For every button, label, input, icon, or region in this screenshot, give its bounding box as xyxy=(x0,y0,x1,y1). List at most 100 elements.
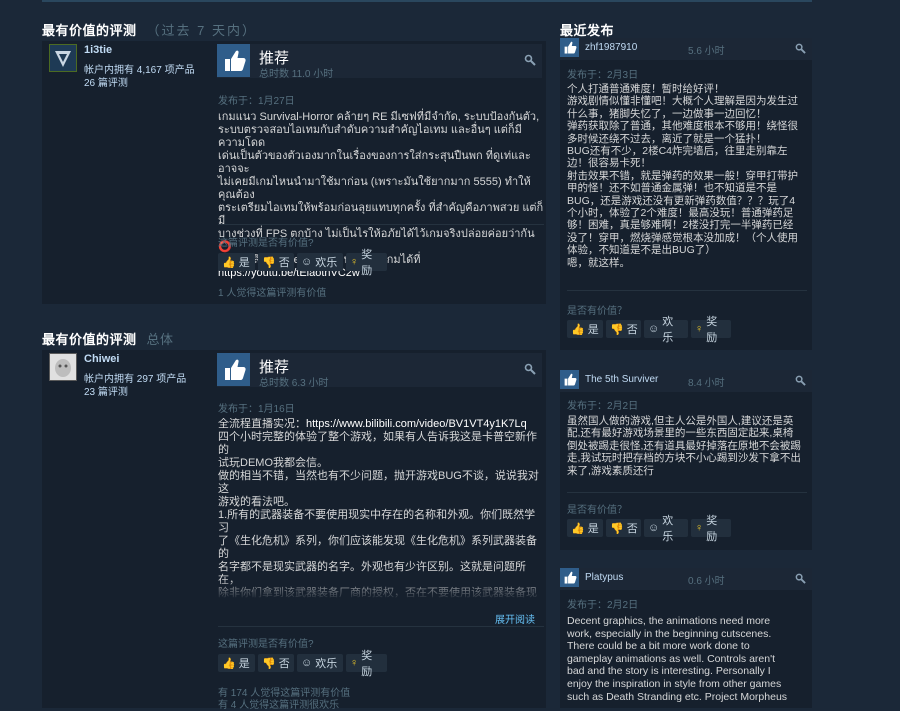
playtime: 5.6 小时 xyxy=(688,46,725,57)
vote-yes-button[interactable]: 👍 是 xyxy=(567,320,603,338)
avatar[interactable] xyxy=(49,353,77,381)
section-title-recent: 最近发布 xyxy=(560,23,615,38)
search-icon[interactable] xyxy=(795,43,806,54)
award-button[interactable]: ♀ 奖励 xyxy=(346,650,387,678)
award-label: 奖励 xyxy=(361,650,373,678)
author-reviews[interactable]: 26 篇评测 xyxy=(84,74,128,89)
vote-funny-button[interactable]: ☺ 欢乐 xyxy=(297,253,343,271)
recommendation-header[interactable]: 推荐 总时数 11.0 小时 xyxy=(217,44,542,80)
divider xyxy=(567,290,807,291)
vote-funny-button[interactable]: ☺ 欢乐 xyxy=(644,515,688,543)
review-link[interactable]: https://www.bilibili.com/video/BV1VT4y1K… xyxy=(306,418,527,430)
thumbs-down-icon: 👎 xyxy=(610,522,624,535)
recent-review-card: The 5th Surviver 8.4 小时 发布于：2月2日 虽然国人做的游… xyxy=(560,370,812,550)
helpful-question: 这篇评测是否有价值? xyxy=(218,238,314,249)
read-more-link[interactable]: 展开阅读 xyxy=(495,611,535,626)
vote-no-button[interactable]: 👎 否 xyxy=(258,253,294,271)
search-icon[interactable] xyxy=(524,54,536,66)
award-button[interactable]: ♀ 奖励 xyxy=(691,316,731,344)
recent-review-card: Platypus 0.6 小时 发布于：2月2日 Decent graphics… xyxy=(560,568,812,708)
helpful-question: 是否有价值？ xyxy=(567,306,627,317)
posted-date: 发布于：2月3日 xyxy=(567,70,639,81)
thumbs-up-icon xyxy=(217,353,250,386)
thumbs-up-icon: 👍 xyxy=(571,323,585,336)
vote-no-button[interactable]: 👎 否 xyxy=(258,654,294,672)
vote-funny-label: 欢乐 xyxy=(315,257,338,269)
recommendation-header[interactable]: 推荐 总时数 6.3 小时 xyxy=(217,353,542,389)
posted-date: 发布于：1月27日 xyxy=(218,96,295,107)
divider xyxy=(218,224,544,225)
thumbs-down-icon: 👎 xyxy=(262,657,276,670)
thumbs-up-icon: 👍 xyxy=(222,256,236,269)
vote-no-button[interactable]: 👎 否 xyxy=(606,320,641,338)
author-name[interactable]: The 5th Surviver xyxy=(585,374,658,385)
search-icon[interactable] xyxy=(795,573,806,584)
section-title-text: 最有价值的评测 xyxy=(42,332,137,347)
divider xyxy=(218,626,544,627)
award-icon: ♀ xyxy=(350,256,359,268)
playtime: 总时数 11.0 小时 xyxy=(259,69,334,80)
vote-no-label: 否 xyxy=(278,257,290,269)
vote-yes-label: 是 xyxy=(238,257,250,269)
funny-count: 有 4 人觉得这篇评测很欢乐 xyxy=(218,700,340,711)
award-icon: ♀ xyxy=(695,323,704,335)
award-button[interactable]: ♀ 奖励 xyxy=(691,515,731,543)
vote-yes-button[interactable]: 👍 是 xyxy=(218,253,255,271)
avatar[interactable] xyxy=(49,44,77,72)
vote-funny-button[interactable]: ☺ 欢乐 xyxy=(297,654,343,672)
thumbs-down-icon: 👎 xyxy=(262,256,276,269)
vote-funny-label: 欢乐 xyxy=(315,658,338,670)
posted-date: 发布于：2月2日 xyxy=(567,401,639,412)
vote-no-label: 否 xyxy=(626,523,638,535)
thumbs-up-icon: 👍 xyxy=(222,657,236,670)
thumbs-up-icon xyxy=(217,44,250,77)
recent-review-header[interactable]: Platypus 0.6 小时 xyxy=(560,568,812,590)
helpful-question: 这篇评测是否有价值? xyxy=(218,639,314,650)
recent-review-header[interactable]: zhf1987910 5.6 小时 xyxy=(560,38,812,60)
text-fade xyxy=(218,578,544,600)
smiley-icon: ☺ xyxy=(301,256,313,268)
review-card: 1i3tie 帐户内拥有 4,167 项产品 26 篇评测 推荐 总时数 11.… xyxy=(42,41,546,304)
divider xyxy=(567,492,807,493)
author-name[interactable]: 1i3tie xyxy=(84,44,112,56)
playtime: 总时数 6.3 小时 xyxy=(259,378,329,389)
author-name[interactable]: zhf1987910 xyxy=(585,42,637,53)
author-name[interactable]: Platypus xyxy=(585,572,623,583)
helpful-count: 1 人觉得这篇评测有价值 xyxy=(218,288,327,299)
top-border xyxy=(42,0,812,2)
review-text: 虽然国人做的游戏,但主人公是外国人,建议还是英 配,还有最好游戏场景里的一些东西… xyxy=(567,415,801,477)
section-subtitle: （过去 7 天内） xyxy=(146,23,257,38)
vote-no-label: 否 xyxy=(278,658,290,670)
search-icon[interactable] xyxy=(524,363,536,375)
recent-review-header[interactable]: The 5th Surviver 8.4 小时 xyxy=(560,370,812,392)
thumbs-down-icon: 👎 xyxy=(610,323,624,336)
vote-funny-label: 欢乐 xyxy=(662,515,674,543)
author-name[interactable]: Chiwei xyxy=(84,353,119,365)
playtime: 0.6 小时 xyxy=(688,576,725,587)
posted-date: 发布于：2月2日 xyxy=(567,600,639,611)
section-title-recent-helpful: 最有价值的评测 （过去 7 天内） xyxy=(42,20,257,39)
award-button[interactable]: ♀ 奖励 xyxy=(346,249,387,277)
review-card: Chiwei 帐户内拥有 297 项产品 23 篇评测 推荐 总时数 6.3 小… xyxy=(42,350,546,711)
thumbs-up-icon xyxy=(560,568,579,587)
vote-funny-button[interactable]: ☺ 欢乐 xyxy=(644,316,688,344)
review-text: 全流程直播实况：https://www.bilibili.com/video/B… xyxy=(218,418,544,598)
helpful-question: 是否有价值？ xyxy=(567,505,627,516)
review-body: 四个小时完整的体验了整个游戏，如果有人告诉我这是卡普空新作的 试玩DEMO我都会… xyxy=(218,431,539,598)
search-icon[interactable] xyxy=(795,375,806,386)
section-subtitle: 总体 xyxy=(146,332,174,347)
thumbs-up-icon xyxy=(560,38,579,57)
vote-yes-button[interactable]: 👍 是 xyxy=(218,654,255,672)
vote-funny-label: 欢乐 xyxy=(662,316,674,344)
vote-no-button[interactable]: 👎 否 xyxy=(606,519,641,537)
smiley-icon: ☺ xyxy=(648,522,660,534)
author-reviews[interactable]: 23 篇评测 xyxy=(84,383,128,398)
vote-yes-button[interactable]: 👍 是 xyxy=(567,519,603,537)
thumbs-up-icon xyxy=(560,370,579,389)
vote-yes-label: 是 xyxy=(238,658,250,670)
review-text: Decent graphics, the animations need mor… xyxy=(567,615,788,703)
thumbs-up-icon: 👍 xyxy=(571,522,585,535)
award-icon: ♀ xyxy=(350,657,359,669)
posted-date: 发布于：1月16日 xyxy=(218,404,295,415)
award-label: 奖励 xyxy=(706,316,718,344)
